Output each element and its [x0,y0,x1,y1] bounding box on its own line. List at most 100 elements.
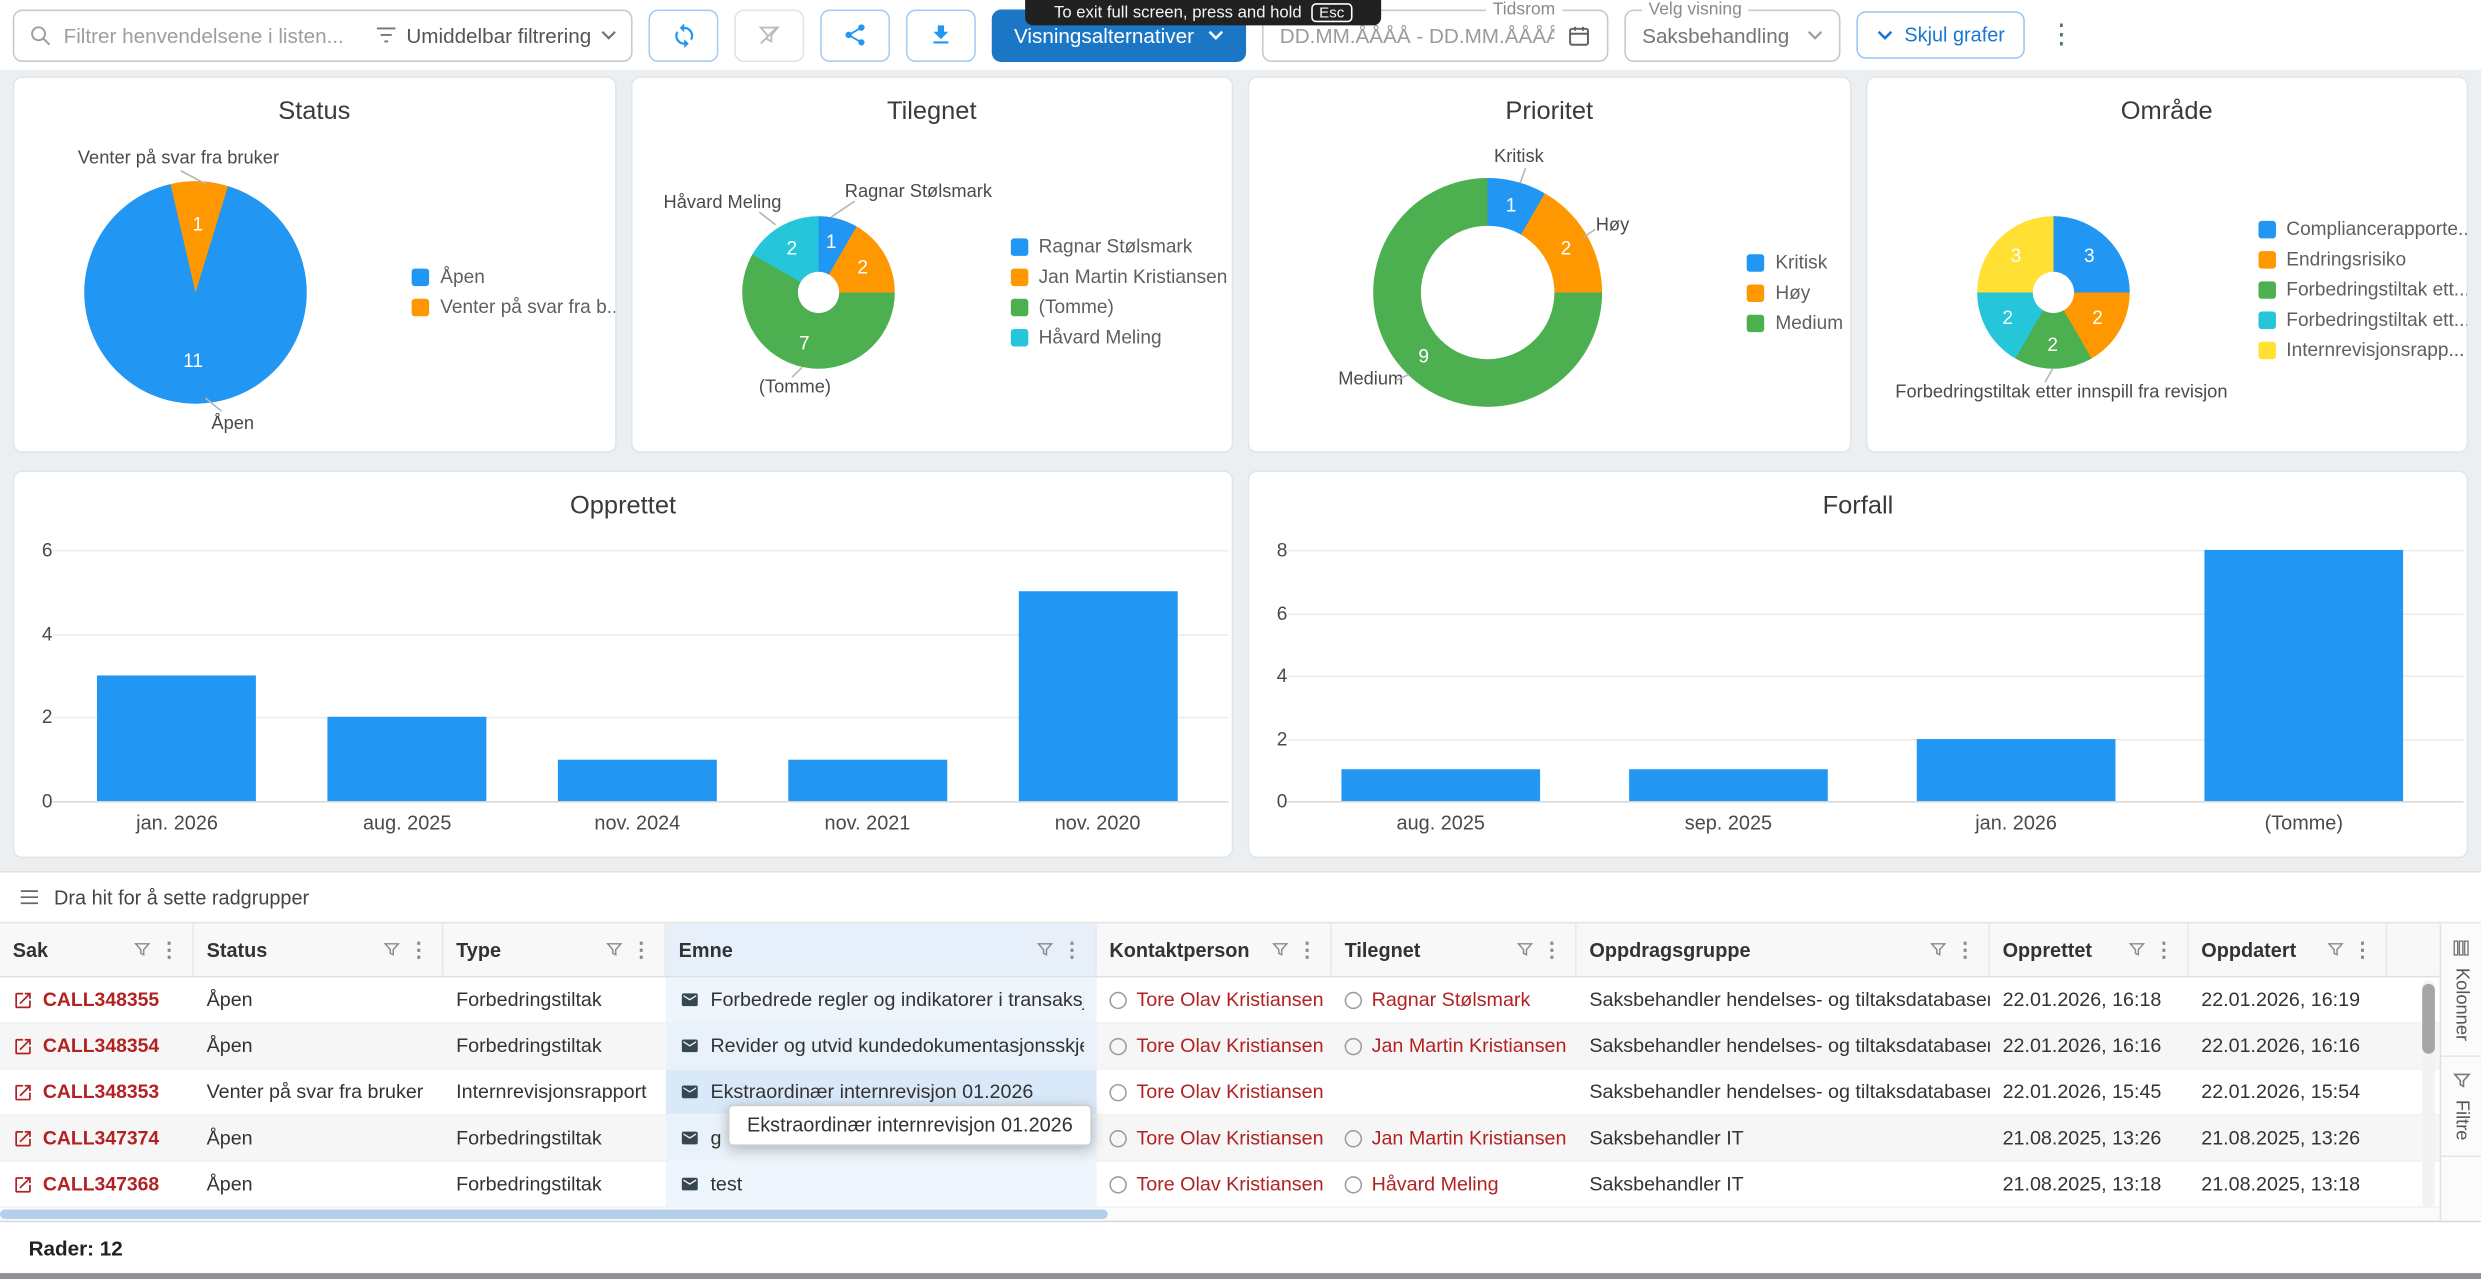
bar[interactable] [788,759,947,801]
column-menu-icon[interactable]: ⋮ [1297,937,1318,962]
column-menu-icon[interactable]: ⋮ [1955,937,1976,962]
legend-item[interactable]: Internrevisjonsrapp... [2258,339,2469,361]
hide-graphs-button[interactable]: Skjul grafer [1857,11,2026,59]
bar[interactable] [327,717,486,801]
legend-item[interactable]: Kritisk [1747,251,1843,273]
person-link[interactable]: Ragnar Stølsmark [1372,989,1531,1011]
legend-item[interactable]: Venter på svar fra b... [412,296,616,318]
person-link[interactable]: Tore Olav Kristiansen [1136,1173,1323,1195]
column-menu-icon[interactable]: ⋮ [408,937,429,962]
calendar-icon[interactable] [1567,23,1591,47]
vertical-scrollbar-thumb[interactable] [2422,984,2435,1054]
column-menu-icon[interactable]: ⋮ [159,937,180,962]
download-button[interactable] [906,9,976,61]
legend-item[interactable]: Compliancerapporte... [2258,218,2469,240]
bar[interactable] [97,675,256,801]
clear-filter-button[interactable] [734,9,804,61]
open-case-icon[interactable] [13,989,34,1010]
legend-item[interactable]: (Tomme) [1010,296,1227,318]
case-link[interactable]: CALL347368 [43,1173,159,1195]
legend-item[interactable]: Forbedringstiltak ett... [2258,278,2469,300]
table-row[interactable]: CALL348353Venter på svar fra brukerInter… [0,1070,2440,1116]
horizontal-scrollbar[interactable] [0,1208,2440,1221]
bar[interactable] [1341,770,1540,801]
column-filter-icon[interactable] [2128,941,2145,958]
avatar [1109,1083,1126,1100]
column-header-emne[interactable]: Emne⋮ [666,923,1097,975]
search-input[interactable] [64,23,364,47]
immediate-filter-dropdown[interactable]: Umiddelbar filtrering [375,23,617,47]
person-link[interactable]: Jan Martin Kristiansen [1372,1127,1567,1149]
person-link[interactable]: Tore Olav Kristiansen [1136,1035,1323,1057]
bar[interactable] [558,759,717,801]
person-link[interactable]: Tore Olav Kristiansen [1136,1081,1323,1103]
share-button[interactable] [820,9,890,61]
tab-filtre[interactable]: Filtre [2441,1057,2481,1156]
table-row[interactable]: CALL348355ÅpenForbedringstiltakForbedred… [0,977,2440,1023]
column-header-tilegnet[interactable]: Tilegnet⋮ [1332,923,1577,975]
tab-kolonner[interactable]: Kolonner [2441,923,2481,1057]
column-filter-icon[interactable] [1271,941,1288,958]
column-filter-icon[interactable] [383,941,400,958]
legend-item[interactable]: Ragnar Stølsmark [1010,235,1227,257]
column-menu-icon[interactable]: ⋮ [1542,937,1563,962]
column-header-status[interactable]: Status⋮ [194,923,444,975]
open-case-icon[interactable] [13,1035,34,1056]
person-link[interactable]: Tore Olav Kristiansen [1136,989,1323,1011]
case-link[interactable]: CALL347374 [43,1127,159,1149]
person-link[interactable]: Tore Olav Kristiansen [1136,1127,1323,1149]
legend-item[interactable]: Åpen [412,265,616,287]
vertical-scrollbar[interactable] [2422,981,2435,1208]
column-filter-icon[interactable] [134,941,151,958]
bar[interactable] [2204,550,2403,801]
omrade-pie-chart[interactable]: 32223 [1976,216,2129,369]
bar[interactable] [1629,770,1828,801]
legend-item[interactable]: Håvard Meling [1010,326,1227,348]
column-header-opprettet[interactable]: Opprettet⋮ [1990,923,2189,975]
legend-item[interactable]: Endringsrisiko [2258,248,2469,270]
column-header-sak[interactable]: Sak⋮ [0,923,194,975]
date-range-input[interactable] [1280,23,1555,47]
legend-item[interactable]: Jan Martin Kristiansen [1010,265,1227,287]
horizontal-scrollbar-thumb[interactable] [0,1210,1108,1220]
open-case-icon[interactable] [13,1082,34,1103]
forfall-bar-chart[interactable]: aug. 2025sep. 2025jan. 2026(Tomme) [1297,550,2448,801]
column-menu-icon[interactable]: ⋮ [2352,937,2373,962]
opprettet-bar-chart[interactable]: jan. 2026aug. 2025nov. 2024nov. 2021nov.… [62,550,1213,801]
column-menu-icon[interactable]: ⋮ [631,937,652,962]
table-row[interactable]: CALL347374ÅpenForbedringstiltakgTore Ola… [0,1116,2440,1162]
case-link[interactable]: CALL348355 [43,989,159,1011]
case-link[interactable]: CALL348354 [43,1035,159,1057]
column-filter-icon[interactable] [1516,941,1533,958]
columns-icon [2451,938,2472,959]
bar[interactable] [1917,738,2116,801]
column-filter-icon[interactable] [2327,941,2344,958]
case-link[interactable]: CALL348353 [43,1081,159,1103]
open-case-icon[interactable] [13,1174,34,1195]
view-select[interactable]: Velg visning Saksbehandling [1625,9,1841,61]
open-case-icon[interactable] [13,1128,34,1149]
status-pie-chart[interactable]: 111 [84,181,307,404]
row-group-bar[interactable]: Dra hit for å sette radgrupper [0,873,2481,924]
column-header-oppdragsgruppe[interactable]: Oppdragsgruppe⋮ [1577,923,1990,975]
table-row[interactable]: CALL347368ÅpenForbedringstiltaktestTore … [0,1162,2440,1208]
column-menu-icon[interactable]: ⋮ [1062,937,1083,962]
column-header-type[interactable]: Type⋮ [443,923,666,975]
person-link[interactable]: Håvard Meling [1372,1173,1499,1195]
tilegnet-pie-chart[interactable]: 1272 [741,216,894,369]
table-row[interactable]: CALL348354ÅpenForbedringstiltakRevider o… [0,1024,2440,1070]
column-filter-icon[interactable] [606,941,623,958]
person-link[interactable]: Jan Martin Kristiansen [1372,1035,1567,1057]
column-menu-icon[interactable]: ⋮ [2154,937,2175,962]
column-header-kontaktperson[interactable]: Kontaktperson⋮ [1097,923,1332,975]
column-filter-icon[interactable] [1929,941,1946,958]
toolbar-kebab-menu[interactable]: ⋮ [2041,19,2081,51]
column-header-oppdatert[interactable]: Oppdatert⋮ [2189,923,2388,975]
legend-item[interactable]: Medium [1747,312,1843,334]
refresh-button[interactable] [648,9,718,61]
legend-item[interactable]: Høy [1747,281,1843,303]
legend-item[interactable]: Forbedringstiltak ett... [2258,308,2469,330]
prioritet-donut-chart[interactable]: 129 [1373,178,1602,407]
column-filter-icon[interactable] [1036,941,1053,958]
bar[interactable] [1019,592,1178,801]
